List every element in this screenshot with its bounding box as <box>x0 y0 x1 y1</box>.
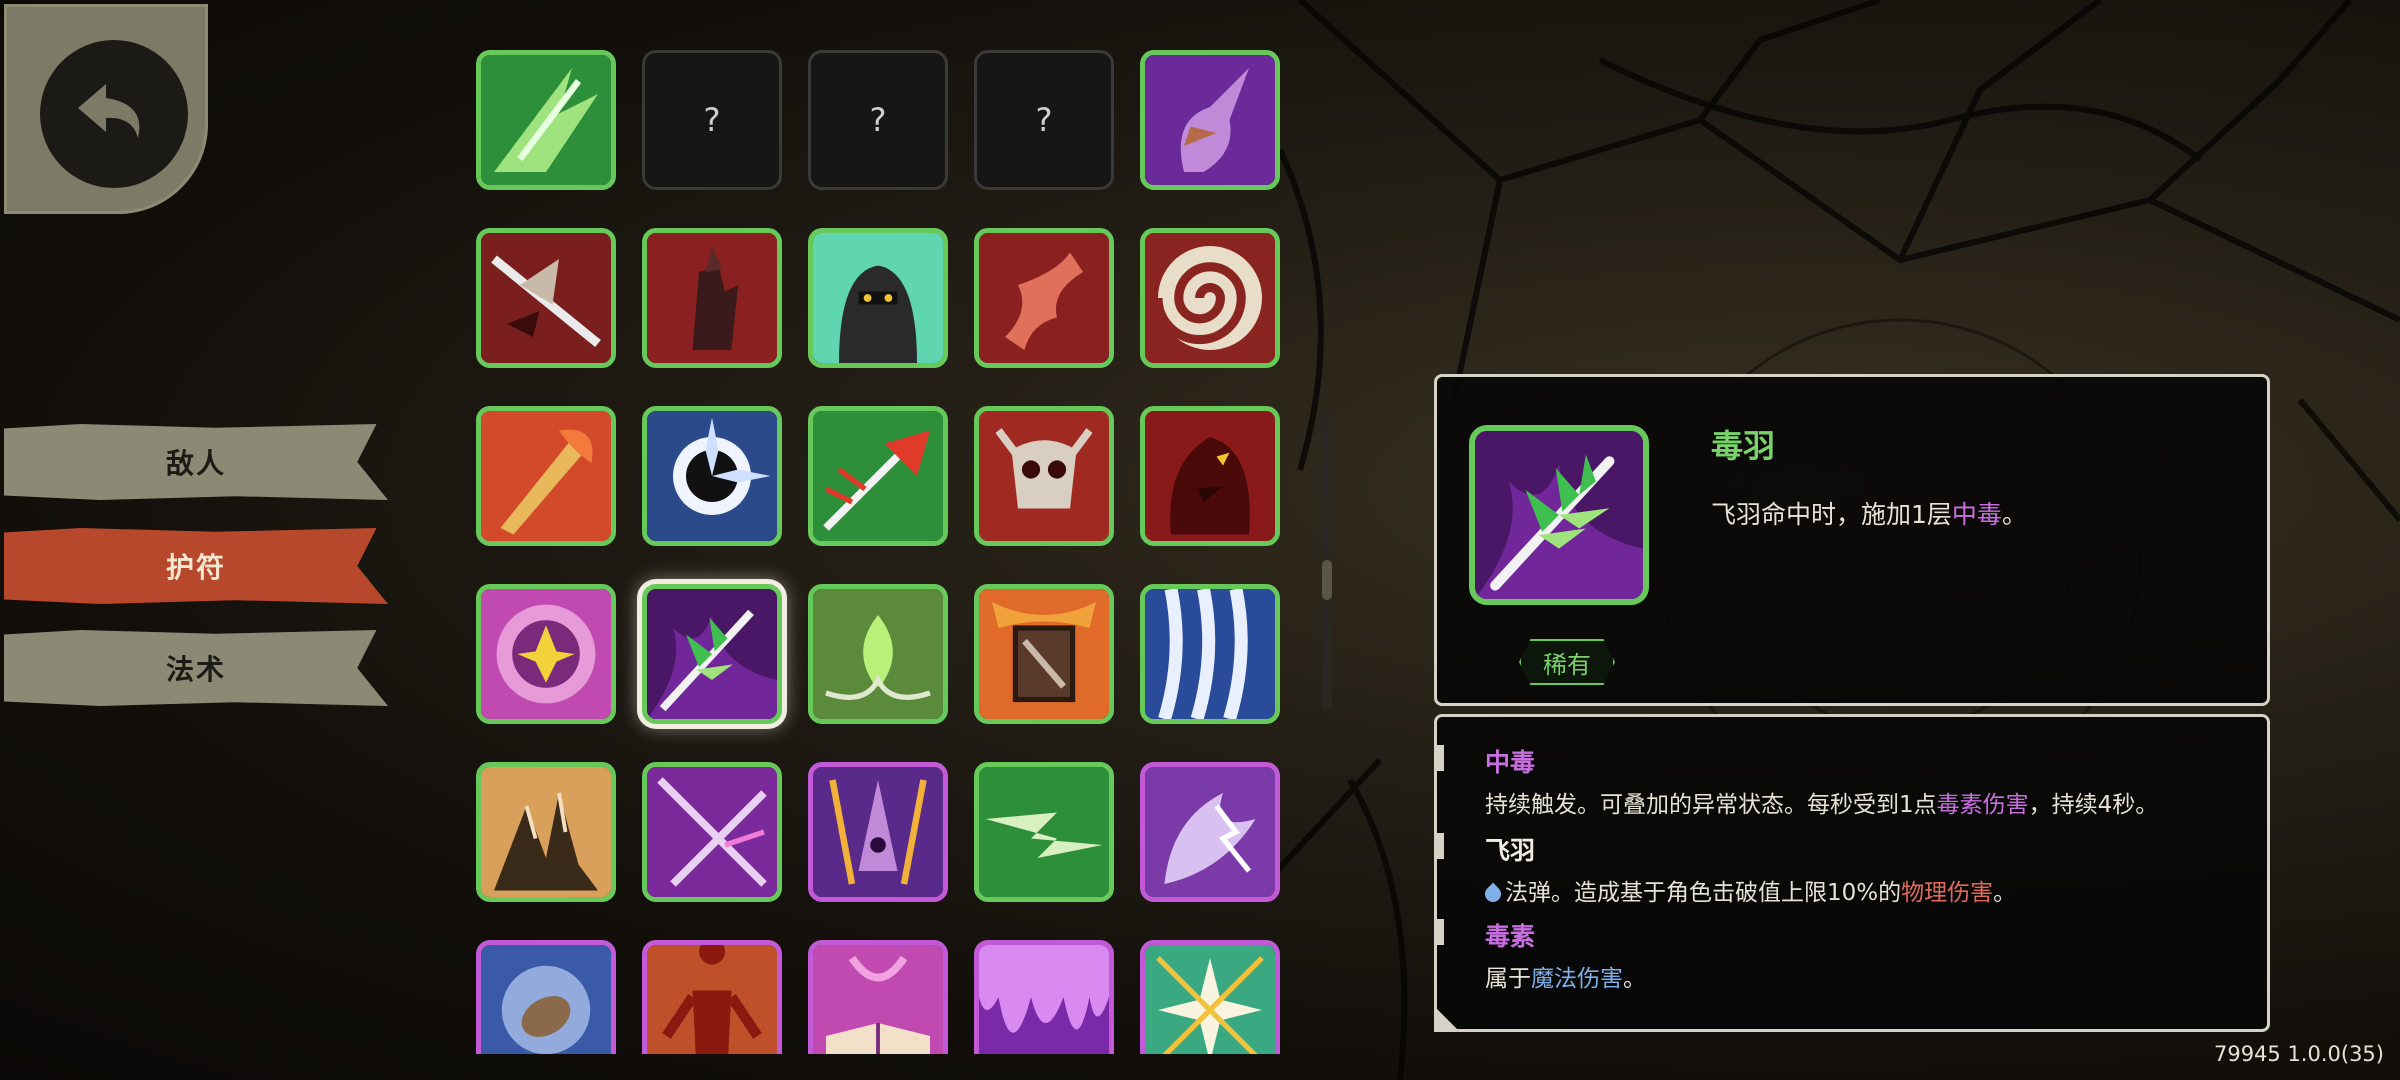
charm-slot[interactable] <box>642 228 782 368</box>
unknown-mark: ? <box>869 101 887 139</box>
charm-detail-panel: 稀有 毒羽 飞羽命中时，施加1层中毒。 <box>1434 374 2270 706</box>
charm-title: 毒羽 <box>1711 427 1776 465</box>
charm-slot[interactable] <box>1140 406 1280 546</box>
grid-scrollbar[interactable] <box>1322 410 1332 710</box>
charm-slot[interactable] <box>642 584 782 724</box>
gloss-text: 。 <box>1623 966 1646 992</box>
locked-charm-slot[interactable]: ? <box>974 50 1114 190</box>
charm-slot[interactable] <box>974 584 1114 724</box>
gloss-text: ，持续4秒。 <box>2028 792 2159 818</box>
gloss-text: 。 <box>1993 880 2017 906</box>
charm-slot[interactable] <box>808 228 948 368</box>
charm-slot[interactable] <box>808 584 948 724</box>
charm-grid: ??? <box>476 50 1286 1054</box>
glossary-text-poison: 持续触发。可叠加的异常状态。每秒受到1点毒素伤害，持续4秒。 <box>1485 785 2158 819</box>
glossary-text-toxin: 属于魔法伤害。 <box>1485 959 1646 993</box>
unknown-mark: ? <box>703 101 721 139</box>
charm-slot[interactable] <box>808 762 948 902</box>
tab-enemies-label: 敌人 <box>165 447 226 480</box>
charm-slot[interactable] <box>642 406 782 546</box>
charm-slot[interactable] <box>1140 228 1280 368</box>
keyword-magic-damage[interactable]: 魔法伤害 <box>1531 966 1623 992</box>
charm-description: 飞羽命中时，施加1层中毒。 <box>1711 495 2027 531</box>
tab-charms-label: 护符 <box>165 551 226 584</box>
poison-feather-icon <box>1469 425 1649 605</box>
tab-charms[interactable]: 护符 <box>4 528 388 604</box>
desc-keyword-poison[interactable]: 中毒 <box>1952 500 2002 529</box>
tab-spells[interactable]: 法术 <box>4 630 388 706</box>
version-label: 79945 1.0.0(35) <box>2213 1042 2384 1066</box>
gloss-text: 属于 <box>1485 966 1531 992</box>
gloss-text: 持续触发。可叠加的异常状态。每秒受到1点 <box>1485 792 1937 818</box>
locked-charm-slot[interactable]: ? <box>642 50 782 190</box>
tab-spells-label: 法术 <box>165 653 226 686</box>
desc-text: 飞羽命中时，施加1层 <box>1711 500 1952 529</box>
charm-slot[interactable] <box>476 584 616 724</box>
back-button[interactable] <box>4 4 208 214</box>
gloss-text: 法弹。造成基于角色击破值上限10%的 <box>1505 880 1902 906</box>
charm-slot[interactable] <box>476 406 616 546</box>
tab-enemies[interactable]: 敌人 <box>4 424 388 500</box>
unknown-mark: ? <box>1035 101 1053 139</box>
charm-slot[interactable] <box>974 228 1114 368</box>
panel-corner <box>1434 1006 1460 1032</box>
glossary-title-toxin: 毒素 <box>1485 922 1536 951</box>
charm-slot[interactable] <box>1140 940 1280 1054</box>
entry-marker <box>1434 919 1444 945</box>
charm-slot[interactable] <box>476 940 616 1054</box>
charm-slot[interactable] <box>974 406 1114 546</box>
glossary-title-poison: 中毒 <box>1485 748 1536 777</box>
spell-bullet-icon <box>1481 882 1505 905</box>
back-arrow-icon <box>40 40 188 188</box>
scrollbar-thumb[interactable] <box>1322 560 1332 600</box>
charm-slot[interactable] <box>642 762 782 902</box>
entry-marker <box>1434 833 1444 859</box>
glossary-title-feather: 飞羽 <box>1485 836 1536 865</box>
charm-slot[interactable] <box>1140 584 1280 724</box>
glossary-text-feather: 法弹。造成基于角色击破值上限10%的物理伤害。 <box>1481 873 2017 907</box>
charm-slot[interactable] <box>642 940 782 1054</box>
charm-slot[interactable] <box>476 50 616 190</box>
charm-slot[interactable] <box>808 940 948 1054</box>
charm-slot[interactable] <box>974 940 1114 1054</box>
charm-slot[interactable] <box>1140 50 1280 190</box>
keyword-physical-damage[interactable]: 物理伤害 <box>1901 880 1993 906</box>
charm-slot[interactable] <box>808 406 948 546</box>
entry-marker <box>1434 745 1444 771</box>
charm-slot[interactable] <box>974 762 1114 902</box>
charm-slot[interactable] <box>476 762 616 902</box>
locked-charm-slot[interactable]: ? <box>808 50 948 190</box>
keyword-toxin-damage[interactable]: 毒素伤害 <box>1937 792 2029 818</box>
keyword-glossary-panel: 中毒 持续触发。可叠加的异常状态。每秒受到1点毒素伤害，持续4秒。 飞羽 法弹。… <box>1434 714 2270 1032</box>
charm-slot[interactable] <box>476 228 616 368</box>
charm-slot[interactable] <box>1140 762 1280 902</box>
rarity-badge: 稀有 <box>1519 639 1615 685</box>
desc-end: 。 <box>2001 500 2027 529</box>
